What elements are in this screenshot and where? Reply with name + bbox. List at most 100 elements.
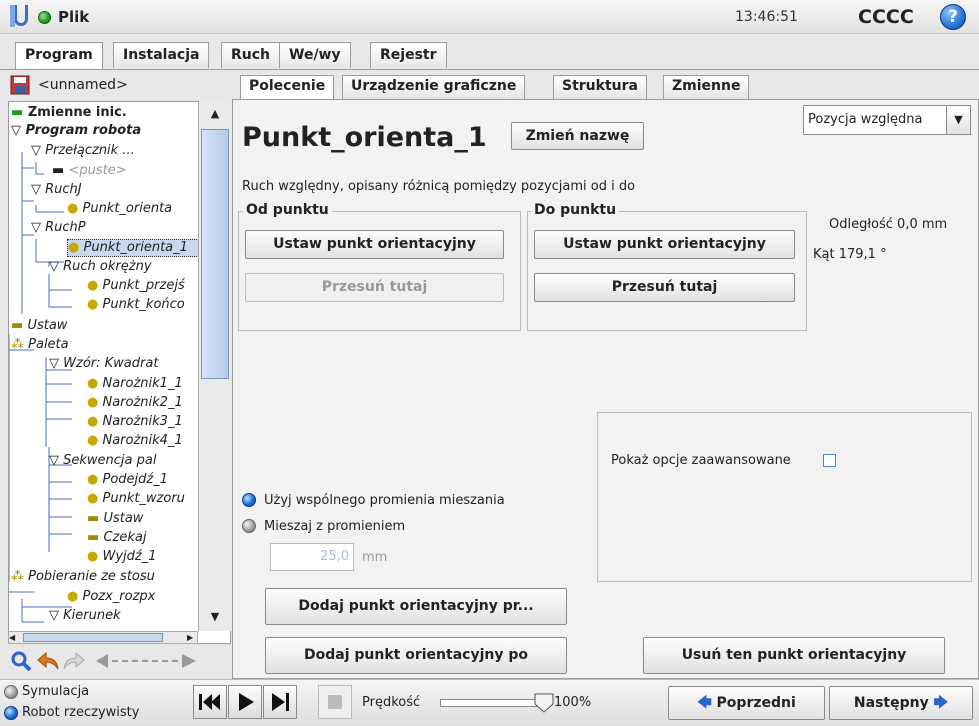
tab-program[interactable]: Program	[15, 42, 103, 70]
tree-item[interactable]: ▬ Zmienne inic.	[11, 105, 127, 121]
speed-slider[interactable]	[440, 699, 548, 707]
simulation-label: Symulacja	[22, 684, 90, 699]
undo-icon[interactable]	[36, 650, 60, 672]
set-to-waypoint-button[interactable]: Ustaw punkt orientacyjny	[534, 230, 795, 259]
tree-item[interactable]: ▽ Program robota	[11, 123, 141, 139]
tree-item-label: Narożnik4_1	[102, 433, 183, 448]
tree-horizontal-scrollbar[interactable]: ◀ ▶	[8, 631, 198, 644]
horizontal-scroll-thumb[interactable]	[23, 633, 163, 642]
tree-item[interactable]: ⁂ Paleta	[11, 337, 69, 353]
radio-shared-blend[interactable]	[242, 493, 256, 507]
scroll-left-icon[interactable]: ◀	[9, 632, 15, 643]
tree-item[interactable]: ● Punkt_przejś	[87, 278, 185, 294]
tree-item-label: RuchJ	[45, 182, 82, 197]
tab-log[interactable]: Rejestr	[370, 42, 447, 68]
tree-item[interactable]: ● Narożnik1_1	[87, 376, 183, 392]
tab-structure[interactable]: Struktura	[553, 75, 647, 99]
tree-item-label: Pobieranie ze stosu	[28, 569, 155, 584]
tree-item[interactable]: ● Narożnik4_1	[87, 433, 183, 449]
delete-waypoint-button[interactable]: Usuń ten punkt orientacyjny	[643, 637, 945, 674]
tree-item-label: Narożnik2_1	[102, 395, 183, 410]
redo-icon[interactable]	[62, 650, 86, 672]
tree-item[interactable]: ▽ Sekwencja pal	[49, 453, 156, 469]
tree-item[interactable]: ▽ RuchJ	[31, 182, 82, 198]
tree-toolbar	[8, 648, 230, 676]
tree-vertical-scrollbar[interactable]: ▲ ▼	[198, 101, 231, 631]
tab-graphics[interactable]: Urządzenie graficzne	[342, 75, 526, 99]
tree-item[interactable]: ▽ Ruch okrężny	[49, 259, 152, 275]
tree-item[interactable]: ● Wyjdź_1	[87, 549, 157, 565]
step-button[interactable]	[263, 685, 297, 719]
blend-radius-input[interactable]: 25,0	[270, 543, 354, 571]
tree-item[interactable]: ⁂ Pobieranie ze stosu	[11, 569, 155, 585]
move-here-from-button[interactable]: Przesuń tutaj	[245, 273, 504, 302]
tree-item[interactable]: ● Narożnik2_1	[87, 395, 183, 411]
tree-item[interactable]: ▬ Czekaj	[87, 530, 146, 546]
position-type-value: Pozycja względna	[808, 112, 923, 127]
radio-real-robot[interactable]	[4, 706, 18, 720]
previous-button[interactable]: 🡄 Poprzedni	[668, 686, 825, 720]
advanced-options-label: Pokaż opcje zaawansowane	[611, 453, 791, 468]
collapse-triangle-icon: ▽	[49, 608, 59, 623]
tab-move[interactable]: Ruch	[221, 42, 281, 68]
set-from-waypoint-button[interactable]: Ustaw punkt orientacyjny	[245, 230, 504, 259]
stop-button[interactable]	[318, 685, 352, 719]
add-waypoint-after-button[interactable]: Dodaj punkt orientacyjny po	[265, 637, 567, 674]
tree-item[interactable]: ● Punkt_końco	[87, 297, 185, 313]
step-icon	[272, 693, 289, 711]
tree-item[interactable]: ▬ Ustaw	[11, 318, 67, 334]
angle-readout: Kąt 179,1 °	[813, 247, 887, 262]
file-menu[interactable]: Plik	[58, 8, 89, 26]
scroll-down-icon[interactable]: ▼	[203, 606, 227, 628]
status-led-icon	[38, 11, 51, 24]
add-waypoint-before-button[interactable]: Dodaj punkt orientacyjny pr...	[265, 588, 567, 625]
program-name: <unnamed>	[38, 77, 128, 93]
waypoint-title: Punkt_orienta_1	[242, 122, 487, 153]
tree-item-label: Kierunek	[63, 608, 121, 623]
save-icon[interactable]	[10, 75, 30, 95]
advanced-options-checkbox[interactable]	[823, 454, 836, 467]
tab-installation[interactable]: Instalacja	[113, 42, 210, 68]
move-here-to-button[interactable]: Przesuń tutaj	[534, 273, 795, 302]
play-button[interactable]	[228, 685, 262, 719]
skip-to-start-button[interactable]	[193, 685, 227, 719]
shared-blend-label: Użyj wspólnego promienia mieszania	[264, 493, 505, 508]
tree-item-selected[interactable]: ● Punkt_orienta_1	[67, 239, 207, 257]
tree-item[interactable]: ▽ Wzór: Kwadrat	[49, 356, 158, 372]
tree-item[interactable]: ● Podejdź_1	[87, 472, 168, 488]
speed-slider-handle[interactable]	[533, 690, 555, 714]
radio-blend-radius[interactable]	[242, 519, 256, 533]
next-button[interactable]: Następny 🡆	[829, 686, 973, 720]
empty-icon: ▬	[52, 163, 65, 178]
from-waypoint-group	[238, 211, 521, 331]
radio-simulation[interactable]	[4, 685, 18, 699]
tree-item[interactable]: ● Pozx_rozpx	[67, 589, 155, 605]
search-icon[interactable]	[10, 650, 32, 672]
tree-item[interactable]: ● Narożnik3_1	[87, 414, 183, 430]
tab-io[interactable]: We/wy	[279, 42, 351, 68]
tree-item-label: Punkt_orienta_1	[83, 240, 188, 255]
chevron-down-icon[interactable]: ▼	[946, 106, 970, 134]
tree-item[interactable]: ▽ Przełącznik ...	[31, 143, 135, 159]
scroll-right-icon[interactable]: ▶	[187, 632, 193, 643]
position-type-select[interactable]: Pozycja względna ▼	[803, 105, 971, 135]
tree-item[interactable]: ● Punkt_wzoru	[87, 491, 185, 507]
waypoint-icon: ●	[87, 433, 99, 448]
tree-item[interactable]: ▬ <puste>	[52, 163, 127, 179]
tab-command[interactable]: Polecenie	[240, 75, 335, 100]
move-node-icon[interactable]	[94, 652, 198, 670]
tree-item[interactable]: ● Punkt_orienta	[67, 201, 172, 217]
tree-item[interactable]: ▽ RuchP	[31, 220, 86, 236]
set-icon: ▬	[11, 318, 24, 333]
next-label: Następny	[853, 695, 929, 711]
tree-item[interactable]: ▬ Ustaw	[87, 511, 143, 527]
tree-item[interactable]: ▽ Kierunek	[49, 608, 121, 624]
move-description: Ruch względny, opisany różnicą pomiędzy …	[242, 179, 636, 194]
tab-variables[interactable]: Zmienne	[663, 75, 750, 99]
rename-button[interactable]: Zmień nazwę	[511, 122, 644, 150]
scroll-up-icon[interactable]: ▲	[203, 103, 227, 125]
help-icon[interactable]: ?	[940, 4, 966, 30]
collapse-triangle-icon: ▽	[31, 143, 41, 158]
scroll-thumb[interactable]	[201, 129, 229, 379]
collapse-triangle-icon: ▽	[31, 182, 41, 197]
